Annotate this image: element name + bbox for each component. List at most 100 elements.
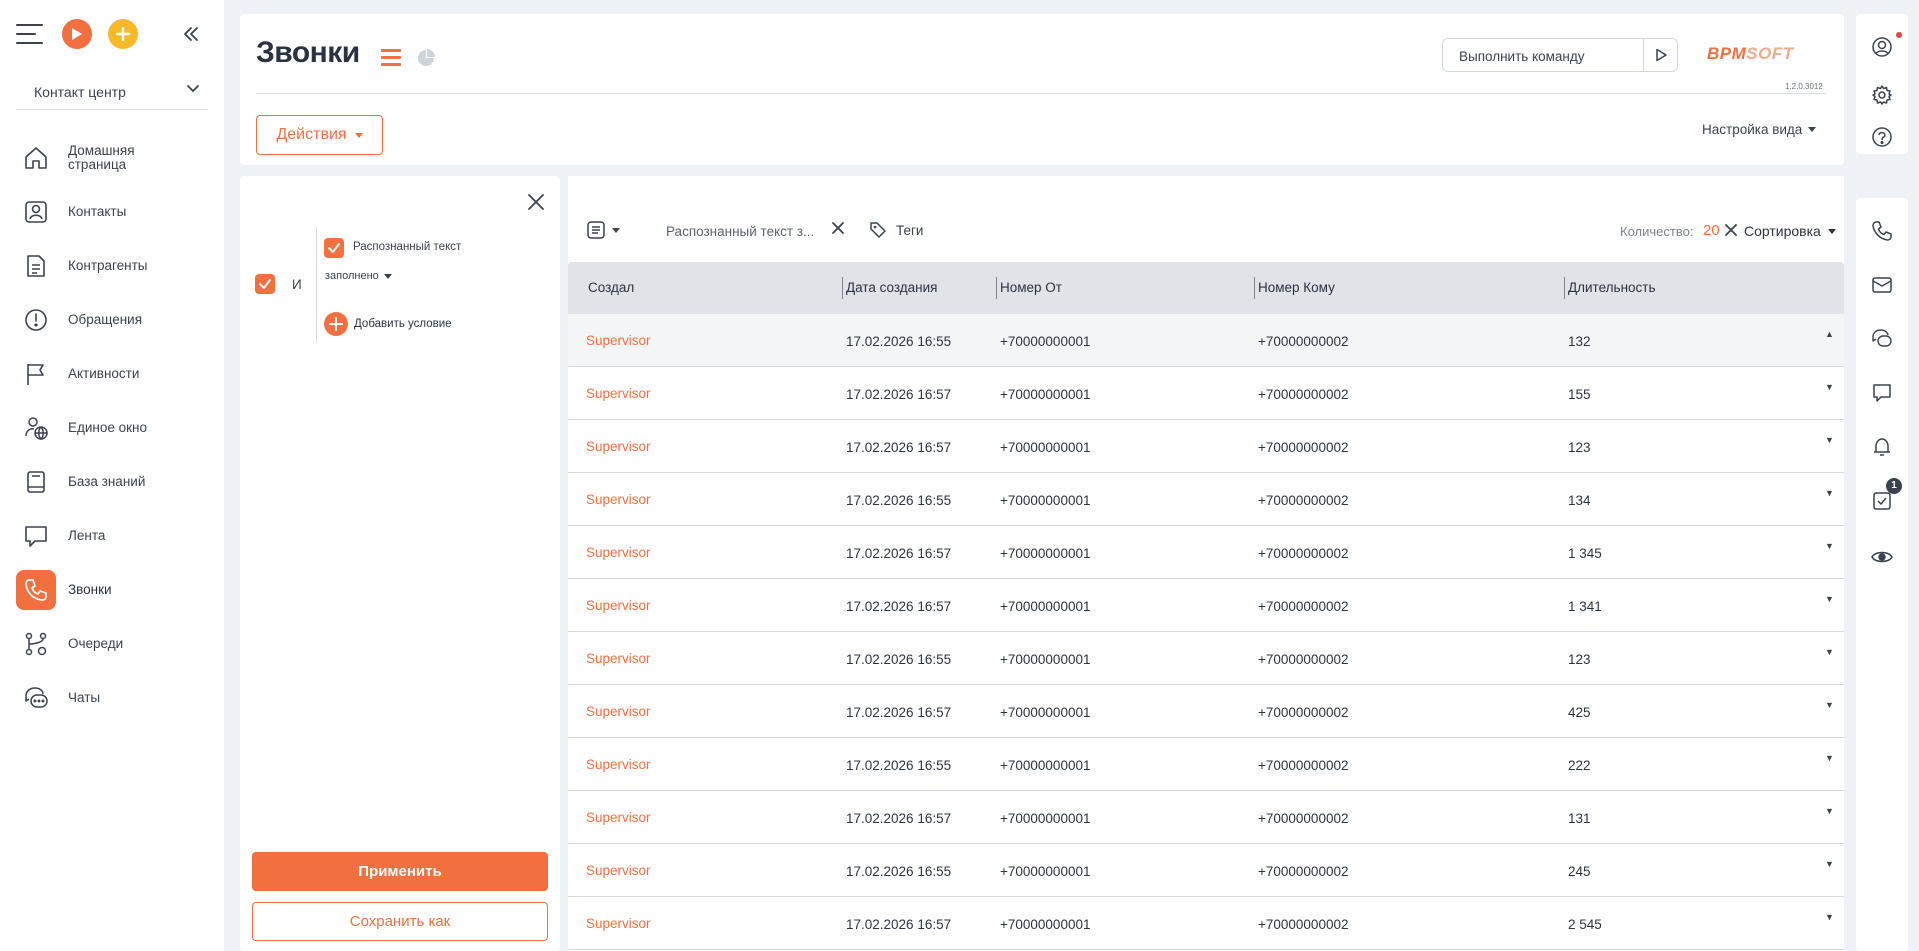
column-header-date[interactable]: Дата создания	[846, 280, 938, 295]
actions-button[interactable]: Действия	[256, 115, 383, 155]
caret-up-icon[interactable]: ▲	[1825, 329, 1834, 339]
analytics-pie-icon[interactable]	[416, 48, 436, 68]
view-settings-button[interactable]: Настройка вида	[1702, 122, 1817, 137]
column-header-to[interactable]: Номер Кому	[1258, 280, 1335, 295]
caret-down-icon[interactable]: ▼	[1825, 753, 1834, 763]
table-row[interactable]: Supervisor 17.02.2026 16:57 +70000000001 +7…	[568, 685, 1844, 738]
cell-created-by[interactable]: Supervisor	[586, 545, 651, 560]
add-icon[interactable]	[108, 19, 138, 49]
caret-down-icon[interactable]: ▼	[1825, 382, 1834, 392]
sort-button[interactable]: Сортировка	[1744, 223, 1836, 239]
cell-created-by[interactable]: Supervisor	[586, 651, 651, 666]
cell-created-by[interactable]: Supervisor	[586, 810, 651, 825]
chats-icon[interactable]	[1869, 326, 1895, 352]
column-header-created-by[interactable]: Создал	[588, 280, 634, 295]
caret-down-icon[interactable]: ▼	[1825, 912, 1834, 922]
sidebar-item-contacts[interactable]: Контакты	[16, 190, 216, 234]
table-row[interactable]: Supervisor 17.02.2026 16:55 +70000000001 +7…	[568, 473, 1844, 526]
table-row[interactable]: Supervisor 17.02.2026 16:57 +70000000001 +7…	[568, 526, 1844, 579]
table-row[interactable]: Supervisor 17.02.2026 16:57 +70000000001 +7…	[568, 579, 1844, 632]
phone-icon[interactable]	[1869, 218, 1895, 244]
mail-icon[interactable]	[1869, 272, 1895, 298]
caret-down-icon[interactable]: ▼	[1825, 700, 1834, 710]
play-icon[interactable]	[62, 19, 92, 49]
collapse-sidebar-icon[interactable]	[182, 23, 200, 49]
run-command-button[interactable]	[1643, 39, 1677, 71]
table-row[interactable]: Supervisor 17.02.2026 16:55 +70000000001 +7…	[568, 632, 1844, 685]
profile-icon[interactable]	[1869, 34, 1895, 60]
table-row[interactable]: Supervisor 17.02.2026 16:57 +70000000001 +7…	[568, 420, 1844, 473]
condition-checkbox[interactable]	[324, 238, 344, 258]
column-header-duration[interactable]: Длительность	[1568, 280, 1656, 295]
cell-created-by[interactable]: Supervisor	[586, 386, 651, 401]
sidebar-item-feed[interactable]: Лента	[16, 514, 216, 558]
cell-created-by[interactable]: Supervisor	[586, 757, 651, 772]
cell-created-by[interactable]: Supervisor	[586, 598, 651, 613]
command-input[interactable]: Выполнить команду	[1442, 38, 1678, 72]
settings-icon[interactable]	[1869, 82, 1895, 108]
group-checkbox[interactable]	[255, 274, 275, 294]
cell-created-by[interactable]: Supervisor	[586, 492, 651, 507]
caret-down-icon[interactable]: ▼	[1825, 488, 1834, 498]
sidebar-item-accounts[interactable]: Контрагенты	[16, 244, 216, 288]
table-header: Создал Дата создания Номер От Номер Кому…	[568, 262, 1844, 314]
table-row[interactable]: Supervisor 17.02.2026 16:55 +70000000001 +7…	[568, 314, 1844, 367]
sidebar-item-chats[interactable]: Чаты	[16, 676, 216, 720]
count-value[interactable]: 20	[1703, 222, 1720, 239]
bell-icon[interactable]	[1869, 434, 1895, 460]
column-resize-handle[interactable]	[1254, 277, 1255, 299]
workspace-select[interactable]: Контакт центр	[16, 74, 208, 110]
cell-from: +70000000001	[1000, 546, 1091, 561]
sidebar-item-home[interactable]: Домашняя страница	[16, 136, 216, 180]
save-as-button[interactable]: Сохранить как	[252, 902, 548, 941]
table-row[interactable]: Supervisor 17.02.2026 16:55 +70000000001 +7…	[568, 738, 1844, 791]
group-operator[interactable]: И	[292, 277, 302, 292]
sidebar-item-activities[interactable]: Активности	[16, 352, 216, 396]
caret-down-icon[interactable]: ▼	[1825, 806, 1834, 816]
sidebar-item-queues[interactable]: Очереди	[16, 622, 216, 666]
cell-created-by[interactable]: Supervisor	[586, 333, 651, 348]
caret-down-icon	[383, 273, 392, 279]
cell-created-by[interactable]: Supervisor	[586, 863, 651, 878]
records-grid: Распознанный текст з... Теги Количество:…	[568, 176, 1844, 951]
caret-down-icon[interactable]: ▼	[1825, 435, 1834, 445]
eye-icon[interactable]	[1869, 544, 1895, 570]
sidebar-item-single-window[interactable]: Единое окно	[16, 406, 216, 450]
list-view-icon[interactable]	[381, 49, 401, 67]
sidebar-item-cases[interactable]: Обращения	[16, 298, 216, 342]
column-resize-handle[interactable]	[1564, 277, 1565, 299]
table-row[interactable]: Supervisor 17.02.2026 16:55 +70000000001 +7…	[568, 844, 1844, 897]
column-header-from[interactable]: Номер От	[1000, 280, 1062, 295]
caret-down-icon[interactable]: ▼	[1825, 647, 1834, 657]
apply-button[interactable]: Применить	[252, 852, 548, 891]
column-resize-handle[interactable]	[996, 277, 997, 299]
home-icon	[20, 142, 52, 174]
condition-field-label[interactable]: Распознанный текст	[353, 241, 461, 253]
cell-created-by[interactable]: Supervisor	[586, 916, 651, 931]
sidebar-item-knowledge-base[interactable]: База знаний	[16, 460, 216, 504]
table-row[interactable]: Supervisor 17.02.2026 16:57 +70000000001 +7…	[568, 897, 1844, 950]
column-resize-handle[interactable]	[842, 277, 843, 299]
grid-toolbar: Распознанный текст з... Теги Количество:…	[568, 216, 1844, 246]
help-icon[interactable]	[1869, 124, 1895, 150]
add-condition-button[interactable]: Добавить условие	[324, 312, 452, 336]
sidebar-item-calls[interactable]: Звонки	[16, 568, 216, 612]
remove-filter-icon[interactable]	[831, 221, 845, 235]
close-icon[interactable]	[526, 192, 546, 212]
caret-down-icon[interactable]: ▼	[1825, 541, 1834, 551]
cell-created-by[interactable]: Supervisor	[586, 704, 651, 719]
clear-count-icon[interactable]	[1725, 224, 1737, 236]
table-row[interactable]: Supervisor 17.02.2026 16:57 +70000000001 +7…	[568, 791, 1844, 844]
caret-down-icon[interactable]: ▼	[1825, 594, 1834, 604]
menu-icon[interactable]	[16, 24, 43, 44]
caret-down-icon[interactable]: ▼	[1825, 859, 1834, 869]
filter-menu-button[interactable]	[586, 220, 620, 240]
table-row[interactable]: Supervisor 17.02.2026 16:57 +70000000001 +7…	[568, 367, 1844, 420]
filter-chip[interactable]: Распознанный текст з...	[666, 224, 814, 239]
message-icon[interactable]	[1869, 380, 1895, 406]
tags-button[interactable]: Теги	[868, 220, 923, 240]
cell-created-by[interactable]: Supervisor	[586, 439, 651, 454]
condition-operator-select[interactable]: заполнено	[325, 270, 392, 282]
play-icon	[1655, 48, 1667, 62]
group-divider	[316, 227, 317, 342]
